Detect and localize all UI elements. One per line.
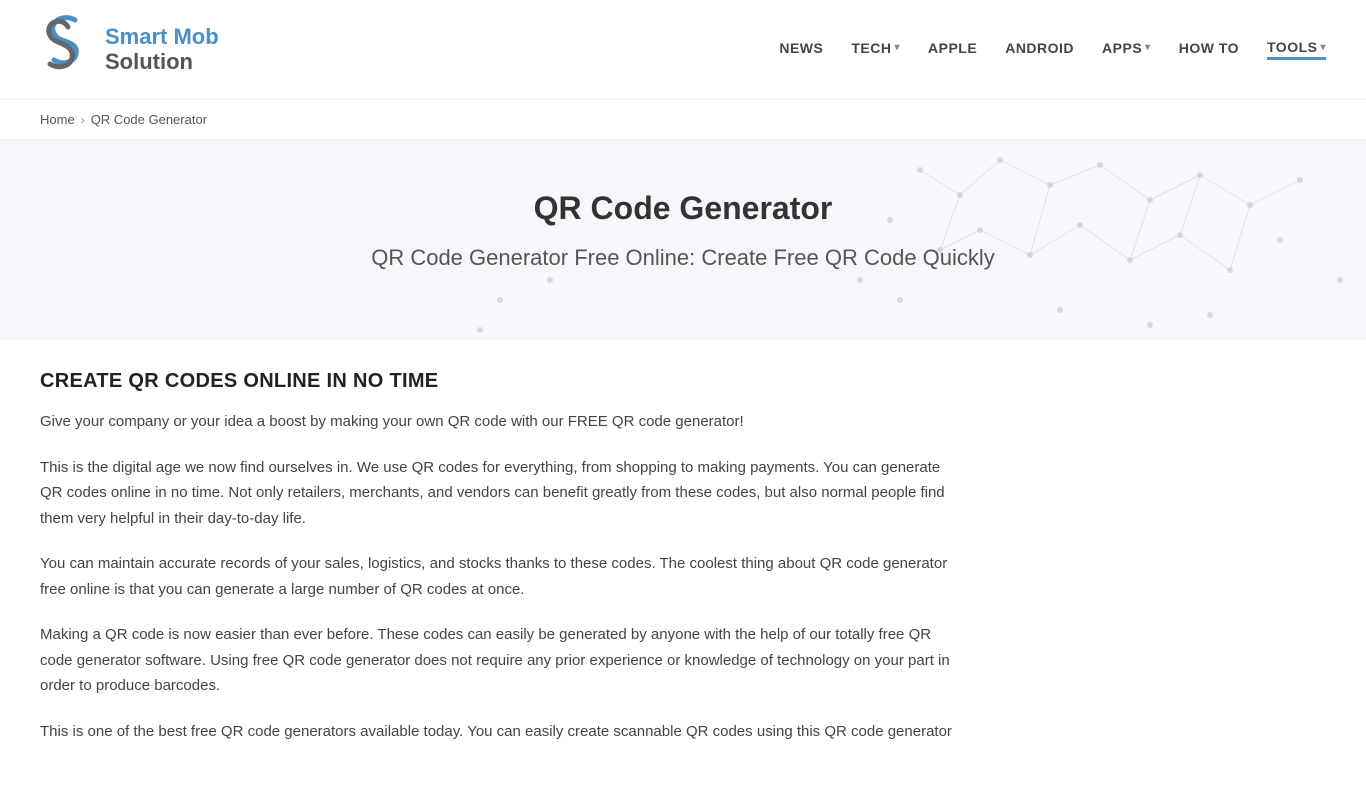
main-content: CREATE QR CODES ONLINE IN NO TIME Give y… — [0, 340, 1000, 804]
site-logo[interactable]: Smart Mob Solution — [40, 12, 219, 87]
section-title: CREATE QR CODES ONLINE IN NO TIME — [40, 370, 960, 393]
nav-item-tech[interactable]: TECH ▾ — [851, 40, 900, 60]
paragraph-1: Give your company or your idea a boost b… — [40, 409, 960, 435]
paragraph-2: This is the digital age we now find ours… — [40, 455, 960, 532]
breadcrumb: Home › QR Code Generator — [0, 100, 1366, 140]
page-title: QR Code Generator — [40, 190, 1326, 227]
chevron-down-icon: ▾ — [894, 42, 900, 53]
breadcrumb-current: QR Code Generator — [91, 112, 207, 127]
page-subtitle: QR Code Generator Free Online: Create Fr… — [40, 245, 1326, 271]
nav-item-howto[interactable]: HOW TO — [1179, 40, 1239, 60]
hero-background — [0, 140, 1366, 340]
paragraph-3: You can maintain accurate records of you… — [40, 551, 960, 602]
chevron-down-icon: ▾ — [1145, 42, 1151, 53]
nav-item-android[interactable]: ANDROID — [1005, 40, 1074, 60]
paragraph-5: This is one of the best free QR code gen… — [40, 719, 960, 745]
nav-item-apps[interactable]: APPS ▾ — [1102, 40, 1151, 60]
breadcrumb-home[interactable]: Home — [40, 112, 75, 127]
logo-line2: Solution — [105, 50, 219, 74]
main-nav: NEWS TECH ▾ APPLE ANDROID APPS ▾ HOW TO … — [779, 39, 1326, 60]
logo-icon — [40, 12, 95, 87]
nav-item-tools[interactable]: TOOLS ▾ — [1267, 39, 1326, 60]
nav-item-apple[interactable]: APPLE — [928, 40, 977, 60]
site-header: Smart Mob Solution NEWS TECH ▾ APPLE AND… — [0, 0, 1366, 100]
chevron-down-icon: ▾ — [1320, 42, 1326, 53]
logo-line1: Smart Mob — [105, 25, 219, 49]
hero-section: QR Code Generator QR Code Generator Free… — [0, 140, 1366, 340]
paragraph-4: Making a QR code is now easier than ever… — [40, 622, 960, 699]
logo-text: Smart Mob Solution — [105, 25, 219, 73]
nav-item-news[interactable]: NEWS — [779, 40, 823, 60]
breadcrumb-separator: › — [81, 113, 85, 127]
